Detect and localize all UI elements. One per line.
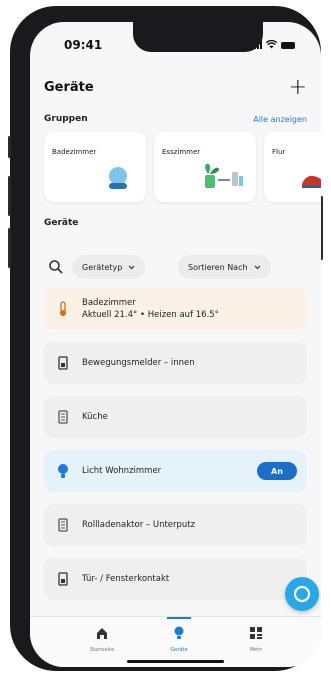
devices-heading: Geräte (44, 218, 79, 228)
tab-indicator (167, 617, 191, 619)
device-name: Tür- / Fensterkontakt (82, 574, 170, 584)
device-name: Bewegungsmelder – innen (82, 358, 195, 368)
group-label: Badezimmer (52, 148, 97, 156)
assistant-button[interactable] (285, 577, 319, 611)
device-icon (58, 410, 68, 424)
filter-label: Sortieren Nach (188, 262, 248, 272)
group-card-esszimmer[interactable]: Esszimmer (154, 132, 256, 202)
group-label: Esszimmer (162, 148, 201, 156)
status-time: 09:41 (64, 38, 103, 52)
smart-speaker-icon (109, 167, 127, 189)
shoe-icon (302, 175, 321, 188)
device-row-licht-wohnzimmer[interactable]: Licht Wohnzimmer An (44, 450, 307, 492)
device-name: Badezimmer (82, 298, 136, 308)
home-icon (97, 628, 107, 639)
device-icon (58, 518, 68, 532)
thermostat-icon (60, 301, 66, 316)
tab-geraete[interactable]: Geräte (149, 625, 209, 653)
search-icon[interactable] (48, 259, 64, 275)
chevron-down-icon (128, 265, 135, 269)
page-header: Geräte + (44, 75, 307, 104)
group-card-badezimmer[interactable]: Badezimmer (44, 132, 146, 202)
lightbulb-icon (58, 464, 68, 478)
tab-startseite[interactable]: Startseite (72, 625, 132, 653)
wifi-icon (266, 40, 277, 49)
device-row-kueche[interactable]: Küche (44, 396, 307, 438)
battery-icon (281, 42, 295, 49)
sensor-icon (58, 356, 68, 370)
silent-switch (8, 136, 11, 158)
sort-filter[interactable]: Sortieren Nach (178, 255, 271, 279)
power-toggle[interactable]: An (257, 462, 297, 480)
tab-mehr[interactable]: Mehr (226, 625, 286, 653)
device-row-bewegungsmelder[interactable]: Bewegungsmelder – innen (44, 342, 307, 384)
sensor-icon (58, 572, 68, 586)
tab-label: Geräte (170, 647, 188, 653)
tab-label: Mehr (249, 647, 263, 653)
home-indicator (127, 660, 224, 663)
phone-frame: 09:41 Geräte + Gruppen Alle anzeigen Bad… (8, 6, 323, 671)
device-type-filter[interactable]: Gerätetyp (72, 255, 146, 279)
grid-icon (250, 627, 262, 639)
tab-label: Startseite (89, 647, 115, 653)
page-title: Geräte (44, 80, 94, 95)
volume-down-button (8, 228, 11, 268)
screen: 09:41 Geräte + Gruppen Alle anzeigen Bad… (30, 22, 321, 667)
notch (133, 22, 263, 52)
chevron-down-icon (254, 265, 260, 269)
device-row-badezimmer[interactable]: Badezimmer Aktuell 21.4° • Heizen auf 16… (44, 288, 307, 330)
filter-label: Gerätetyp (82, 262, 123, 272)
filter-bar: Gerätetyp Sortieren Nach (44, 255, 307, 279)
show-all-link[interactable]: Alle anzeigen (253, 115, 307, 124)
device-status-text: Aktuell 21.4° • Heizen auf 16.5° (82, 310, 219, 320)
device-row-fensterkontakt[interactable]: Tür- / Fensterkontakt (44, 558, 307, 600)
lightbulb-icon (174, 626, 184, 639)
device-row-rollladenaktor[interactable]: Rollladenaktor – Unterputz (44, 504, 307, 546)
device-name: Küche (82, 412, 108, 422)
volume-up-button (8, 176, 11, 216)
group-label: Flur (272, 148, 286, 156)
groups-heading: Gruppen (44, 114, 88, 124)
plant-devices-icon (205, 163, 243, 188)
group-card-flur[interactable]: Flur (264, 132, 321, 202)
device-name: Rollladenaktor – Unterputz (82, 520, 196, 530)
plus-icon[interactable]: + (289, 75, 307, 100)
assistant-icon (293, 585, 311, 603)
device-name: Licht Wohnzimmer (82, 466, 162, 476)
